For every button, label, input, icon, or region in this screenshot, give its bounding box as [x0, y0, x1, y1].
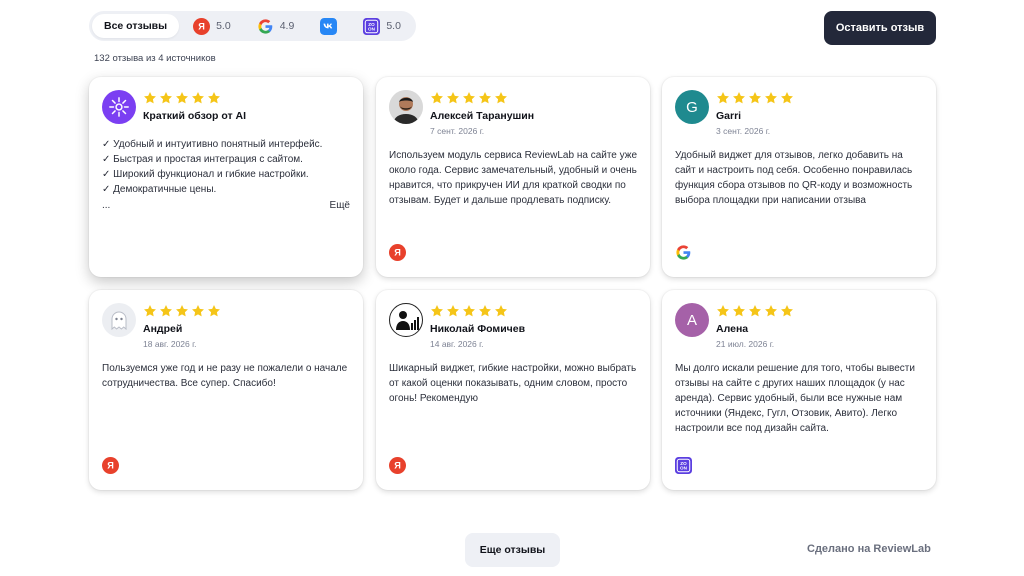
- review-text: Мы долго искали решение для того, чтобы …: [675, 363, 915, 434]
- ai-summary-ellipsis: ...: [102, 200, 111, 211]
- ai-summary-list: ✓ Удобный и интуитивно понятный интерфей…: [102, 137, 350, 213]
- review-card: А Алена 21 июл. 2026 г. Мы долго искали …: [662, 290, 936, 490]
- star-icon: [191, 304, 205, 318]
- star-icon: [143, 304, 157, 318]
- google-icon: [257, 18, 274, 35]
- reviewer-name: Алексей Таранушин: [430, 110, 535, 122]
- tab-yandex[interactable]: 5.0: [181, 14, 243, 38]
- review-date: 21 июл. 2026 г.: [716, 339, 775, 349]
- ai-summary-point: ✓ Демократичные цены.: [102, 184, 217, 195]
- reviewer-name: Николай Фомичев: [430, 323, 526, 335]
- ai-summary-point: ✓ Удобный и интуитивно понятный интерфей…: [102, 139, 323, 150]
- yandex-icon: [389, 244, 406, 261]
- made-by-link[interactable]: Сделано на ReviewLab: [807, 543, 931, 555]
- reviewer-name: Алена: [716, 323, 749, 335]
- star-rating: [716, 91, 794, 105]
- star-icon: [780, 91, 794, 105]
- yandex-icon: [193, 18, 210, 35]
- avatar: [389, 90, 423, 124]
- star-icon: [478, 304, 492, 318]
- review-card: Николай Фомичев 14 авг. 2026 г. Шикарный…: [376, 290, 650, 490]
- review-text: Удобный виджет для отзывов, легко добави…: [675, 150, 913, 206]
- otzovik-icon: [675, 457, 692, 474]
- review-date: 3 сент. 2026 г.: [716, 126, 771, 136]
- star-icon: [175, 304, 189, 318]
- source-filter-tabs: Все отзывы 5.0 4.9 5.0: [89, 11, 416, 41]
- more-reviews-button[interactable]: Еще отзывы: [465, 533, 560, 567]
- review-date: 18 авг. 2026 г.: [143, 339, 197, 349]
- google-icon: [675, 244, 692, 261]
- star-icon: [446, 91, 460, 105]
- review-text: Используем модуль сервиса ReviewLab на с…: [389, 150, 638, 206]
- tab-otzovik[interactable]: 5.0: [351, 14, 413, 38]
- review-text: Шикарный виджет, гибкие настройки, можно…: [389, 363, 637, 404]
- star-icon: [494, 91, 508, 105]
- star-icon: [430, 304, 444, 318]
- review-text: Пользуемся уже год и не разу не пожалели…: [102, 363, 348, 389]
- star-icon: [494, 304, 508, 318]
- star-icon: [175, 91, 189, 105]
- reviews-count: 132 отзыва из 4 источников: [94, 53, 216, 64]
- star-rating: [430, 91, 534, 105]
- star-icon: [732, 304, 746, 318]
- star-icon: [446, 304, 460, 318]
- star-icon: [478, 91, 492, 105]
- company-logo-icon: [389, 303, 423, 337]
- ghost-avatar-icon: [102, 303, 136, 337]
- star-rating: [716, 304, 794, 318]
- ai-summary-point: ✓ Широкий функционал и гибкие настройки.: [102, 169, 309, 180]
- star-icon: [430, 91, 444, 105]
- tab-otzovik-rating: 5.0: [386, 20, 401, 32]
- review-card: G Garri 3 сент. 2026 г. Удобный виджет д…: [662, 77, 936, 277]
- ai-sparkle-icon: [102, 90, 136, 124]
- review-date: 7 сент. 2026 г.: [430, 126, 485, 136]
- star-rating: [143, 91, 246, 105]
- leave-review-button[interactable]: Оставить отзыв: [824, 11, 936, 45]
- star-icon: [159, 91, 173, 105]
- star-rating: [143, 304, 221, 318]
- star-icon: [207, 304, 221, 318]
- star-icon: [780, 304, 794, 318]
- review-card: Андрей 18 авг. 2026 г. Пользуемся уже го…: [89, 290, 363, 490]
- star-icon: [462, 304, 476, 318]
- star-icon: [716, 304, 730, 318]
- avatar: G: [675, 90, 709, 124]
- yandex-icon: [102, 457, 119, 474]
- otzovik-icon: [363, 18, 380, 35]
- tab-google[interactable]: 4.9: [245, 14, 307, 38]
- tab-yandex-rating: 5.0: [216, 20, 231, 32]
- ai-summary-point: ✓ Быстрая и простая интеграция с сайтом.: [102, 154, 303, 165]
- star-icon: [462, 91, 476, 105]
- star-icon: [207, 91, 221, 105]
- tab-all-reviews[interactable]: Все отзывы: [92, 14, 180, 38]
- reviewer-name: Garri: [716, 110, 742, 122]
- ai-summary-more-link[interactable]: Ещё: [330, 198, 350, 213]
- star-icon: [732, 91, 746, 105]
- tab-google-rating: 4.9: [279, 20, 295, 32]
- star-rating: [430, 304, 525, 318]
- star-icon: [748, 304, 762, 318]
- star-icon: [143, 91, 157, 105]
- ai-summary-card: Краткий обзор от AI ✓ Удобный и интуитив…: [89, 77, 363, 277]
- tab-vk[interactable]: [308, 14, 349, 38]
- review-date: 14 авг. 2026 г.: [430, 339, 484, 349]
- star-icon: [716, 91, 730, 105]
- star-icon: [764, 91, 778, 105]
- tab-all-reviews-label: Все отзывы: [104, 20, 168, 32]
- reviewer-name: Андрей: [143, 323, 183, 335]
- avatar: А: [675, 303, 709, 337]
- star-icon: [159, 304, 173, 318]
- star-icon: [191, 91, 205, 105]
- star-icon: [748, 91, 762, 105]
- yandex-icon: [389, 457, 406, 474]
- vk-icon: [320, 18, 337, 35]
- review-card: Алексей Таранушин 7 сент. 2026 г. Исполь…: [376, 77, 650, 277]
- star-icon: [764, 304, 778, 318]
- ai-summary-title: Краткий обзор от AI: [143, 110, 247, 122]
